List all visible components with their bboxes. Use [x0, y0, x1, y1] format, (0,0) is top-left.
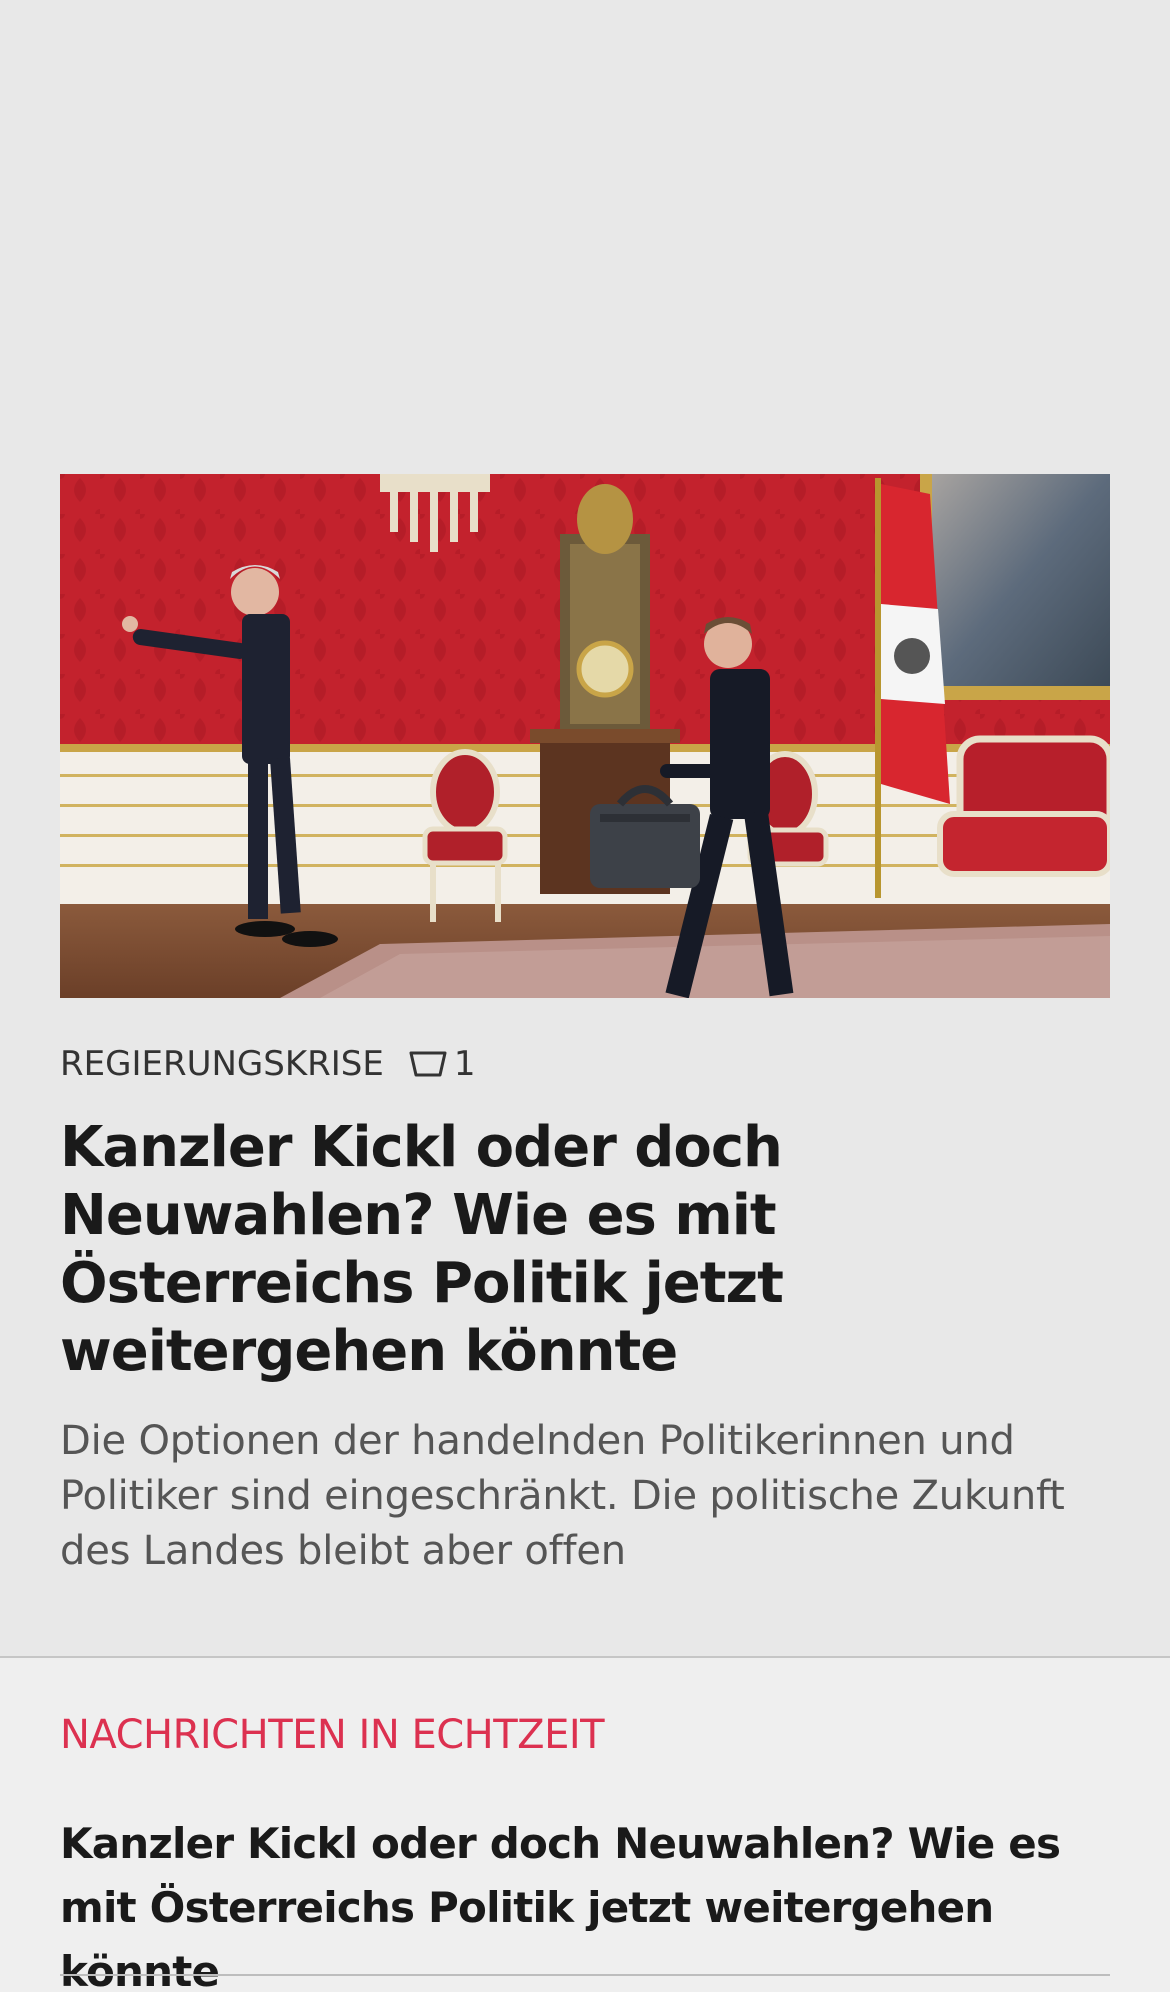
article-kicker[interactable]: REGIERUNGSKRISE	[60, 1044, 384, 1084]
page: REGIERUNGSKRISE 1 Kanzler Kickl oder doc…	[0, 0, 1170, 1992]
article-meta: REGIERUNGSKRISE 1	[60, 1042, 1110, 1086]
article-teaser[interactable]: REGIERUNGSKRISE 1 Kanzler Kickl oder doc…	[60, 474, 1110, 1579]
ad-placeholder-space	[0, 0, 1170, 474]
article-teaser-text: Die Optionen der handelnden Politikerinn…	[60, 1418, 1065, 1574]
divider	[60, 1974, 1110, 1976]
article-headline[interactable]: Kanzler Kickl oder doch Neuwahlen? Wie e…	[60, 1114, 1110, 1386]
comments-link[interactable]: 1	[408, 1044, 476, 1084]
live-news-item[interactable]: Kanzler Kickl oder doch Neuwahlen? Wie e…	[60, 1812, 1110, 1992]
comment-bubble-icon	[409, 1051, 447, 1077]
live-news-section: NACHRICHTEN IN ECHTZEIT Kanzler Kickl od…	[0, 1656, 1170, 1992]
live-news-title: NACHRICHTEN IN ECHTZEIT	[60, 1712, 605, 1758]
hero-image[interactable]	[60, 474, 1110, 998]
comment-count: 1	[453, 1044, 476, 1084]
